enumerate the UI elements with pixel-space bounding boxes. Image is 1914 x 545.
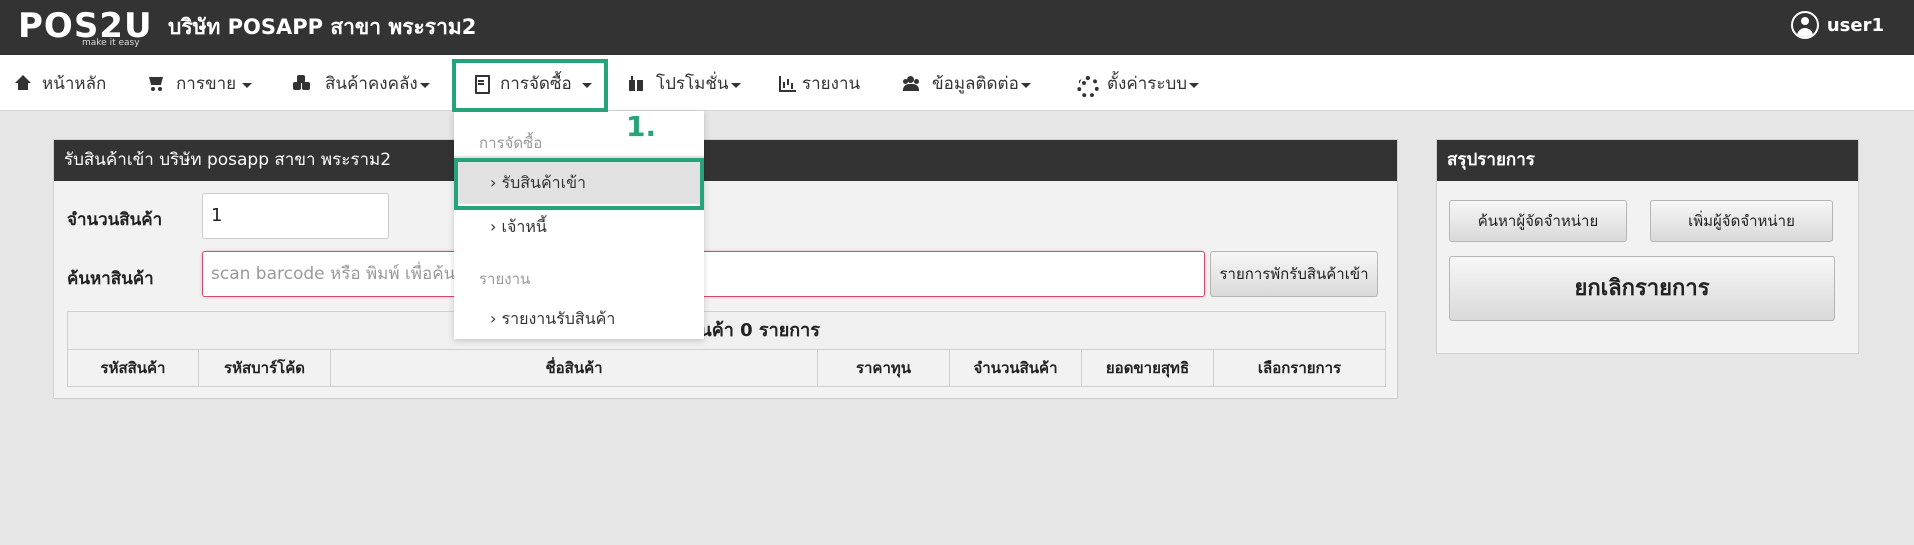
column-header[interactable]: เลือกรายการ	[1214, 350, 1385, 386]
add-supplier-button[interactable]: เพิ่มผู้จัดจำหน่าย	[1650, 200, 1833, 242]
home-icon	[14, 74, 32, 92]
summary-panel: สรุปรายการ	[1436, 139, 1859, 354]
summary-title: สรุปรายการ	[1437, 140, 1858, 181]
purchasing-dropdown-menu: การจัดซื้อ › รับสินค้าเข้า › เจ้าหนี้ รา…	[454, 111, 704, 339]
nav-item-sales[interactable]: การขาย	[148, 55, 253, 111]
quantity-label: จำนวนสินค้า	[67, 210, 163, 230]
boxes-icon	[293, 74, 315, 92]
user-avatar-icon	[1790, 11, 1819, 39]
receive-items-table: จำนวนสินค้า 0 รายการ รหัสสินค้า รหัสบาร์…	[67, 311, 1386, 387]
dropdown-header-purchasing: การจัดซื้อ	[479, 134, 543, 152]
table-caption: จำนวนสินค้า 0 รายการ	[68, 312, 1385, 350]
users-icon	[902, 74, 922, 92]
quantity-input[interactable]: 1	[202, 193, 389, 239]
nav-item-promotion[interactable]: โปรโมชั่น	[628, 55, 741, 111]
nav-item-home[interactable]: หน้าหลัก	[14, 55, 106, 111]
logo-tagline: make it easy	[82, 38, 140, 48]
menu-item-creditor[interactable]: › เจ้าหนี้	[490, 215, 547, 240]
column-header[interactable]: รหัสบาร์โค้ด	[199, 350, 331, 386]
nav-item-report[interactable]: รายงาน	[778, 55, 860, 111]
column-header[interactable]: รหัสสินค้า	[68, 350, 199, 386]
nav-item-inventory[interactable]: สินค้าคงคลัง	[293, 55, 430, 111]
nav-label: ตั้งค่าระบบ	[1107, 73, 1188, 94]
table-header-row: รหัสสินค้า รหัสบาร์โค้ด ชื่อสินค้า ราคาท…	[68, 350, 1385, 386]
nav-item-settings[interactable]: ตั้งค่าระบบ	[1075, 55, 1200, 111]
column-header[interactable]: ยอดขายสุทธิ	[1082, 350, 1214, 386]
caret-down-icon	[242, 82, 253, 88]
caret-down-icon	[730, 82, 741, 88]
caret-down-icon	[1020, 82, 1031, 88]
nav-label: การขาย	[176, 73, 237, 94]
caret-down-icon	[1189, 82, 1200, 88]
cart-icon	[148, 74, 166, 92]
user-name: user1	[1826, 14, 1884, 36]
highlight-purchasing-nav	[452, 59, 608, 112]
nav-label: โปรโมชั่น	[656, 73, 729, 94]
search-label: ค้นหาสินค้า	[67, 269, 154, 289]
bar-chart-icon	[778, 74, 796, 92]
pos2u-logo[interactable]: POS2U make it easy	[16, 7, 152, 49]
menu-item-receive-report[interactable]: › รายงานรับสินค้า	[490, 307, 615, 332]
main-nav: หน้าหลัก การขาย สินค้าคงคลัง การจัดซื้อ …	[0, 55, 1914, 111]
dropdown-header-report: รายงาน	[479, 270, 531, 288]
user-menu[interactable]: user1	[1790, 10, 1884, 40]
pending-receipts-button[interactable]: รายการพักรับสินค้าเข้า	[1210, 251, 1378, 297]
gift-icon	[628, 74, 646, 92]
column-header[interactable]: ชื่อสินค้า	[331, 350, 818, 386]
caret-down-icon	[419, 82, 430, 88]
highlight-receive-goods	[454, 158, 704, 210]
nav-label: สินค้าคงคลัง	[325, 73, 418, 94]
nav-item-contacts[interactable]: ข้อมูลติดต่อ	[902, 55, 1031, 111]
nav-label: หน้าหลัก	[42, 73, 107, 94]
nav-label: รายงาน	[802, 73, 861, 94]
top-bar: POS2U make it easy บริษัท POSAPP สาขา พร…	[0, 0, 1914, 55]
step-number-label: 1.	[626, 110, 657, 143]
search-supplier-button[interactable]: ค้นหาผู้จัดจำหน่าย	[1449, 200, 1627, 242]
nav-label: ข้อมูลติดต่อ	[932, 73, 1019, 94]
cancel-transaction-button[interactable]: ยกเลิกรายการ	[1449, 256, 1835, 321]
column-header[interactable]: จำนวนสินค้า	[950, 350, 1082, 386]
gear-icon	[1075, 74, 1099, 98]
panel-title: รับสินค้าเข้า บริษัท posapp สาขา พระราม2	[54, 140, 1397, 181]
column-header[interactable]: ราคาทุน	[818, 350, 950, 386]
company-title: บริษัท POSAPP สาขา พระราม2	[168, 15, 477, 39]
